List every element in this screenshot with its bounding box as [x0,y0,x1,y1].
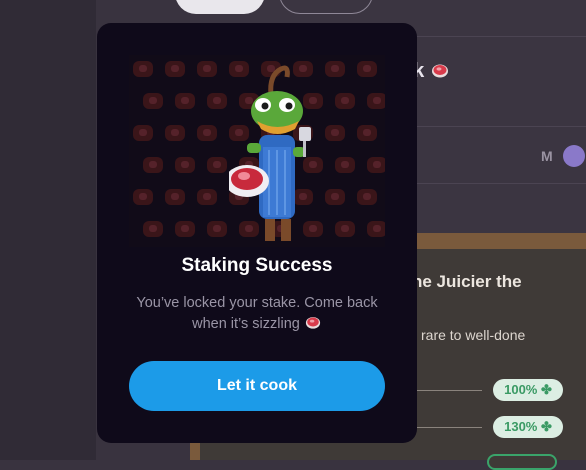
multiplier-badge: 100% ✤ [493,379,563,401]
user-initial: M [541,148,553,164]
clover-icon: ✤ [540,419,552,434]
meat-icon [430,60,450,82]
steak-pattern-icon [357,189,377,205]
steak-pattern-icon [207,157,227,173]
steak-pattern-icon [143,221,163,237]
let-it-cook-button[interactable]: Let it cook [129,361,385,411]
board-title: he Juicier the [412,272,522,291]
steak-pattern-icon [197,61,217,77]
steak-pattern-icon [335,93,355,109]
frog-chef-icon [229,65,311,241]
avatar[interactable] [563,145,585,167]
multiplier-badge-partial [487,454,557,470]
tab-pill-active[interactable] [175,0,265,14]
steak-pattern-icon [133,125,153,141]
steak-pattern-icon [357,125,377,141]
steak-pattern-icon [335,157,355,173]
multiplier-badge: 130% ✤ [493,416,563,438]
steak-pattern-icon [197,189,217,205]
tab-pill-inactive[interactable] [279,0,373,14]
steak-pattern-icon [207,93,227,109]
clover-icon: ✤ [540,382,552,397]
steak-pattern-icon [197,125,217,141]
divider [412,390,482,391]
steak-pattern-icon [165,125,185,141]
steak-pattern-icon [133,61,153,77]
steak-pattern-icon [357,61,377,77]
steak-pattern-icon [175,93,195,109]
divider [412,427,482,428]
left-rail [0,0,96,460]
steak-pattern-icon [367,157,385,173]
steak-pattern-icon [207,221,227,237]
modal-message: You’ve locked your stake. Come back when… [127,293,387,335]
steak-pattern-icon [133,189,153,205]
steak-pattern-icon [367,221,385,237]
frog-chef-illustration [129,55,385,247]
steak-pattern-icon [335,221,355,237]
steak-pattern-icon [165,189,185,205]
modal-message-text: You’ve locked your stake. Come back when… [136,295,378,332]
steak-pattern-icon [143,157,163,173]
staking-success-modal: Staking Success You’ve locked your stake… [97,23,417,443]
steak-pattern-icon [175,157,195,173]
steak-pattern-icon [143,93,163,109]
multiplier-value: 100% [504,382,538,397]
meat-icon [304,316,322,332]
steak-pattern-icon [367,93,385,109]
modal-title: Staking Success [181,255,333,276]
multiplier-value: 130% [504,419,538,434]
steak-pattern-icon [165,61,185,77]
steak-pattern-icon [175,221,195,237]
board-subtitle: rare to well-done [421,327,526,343]
